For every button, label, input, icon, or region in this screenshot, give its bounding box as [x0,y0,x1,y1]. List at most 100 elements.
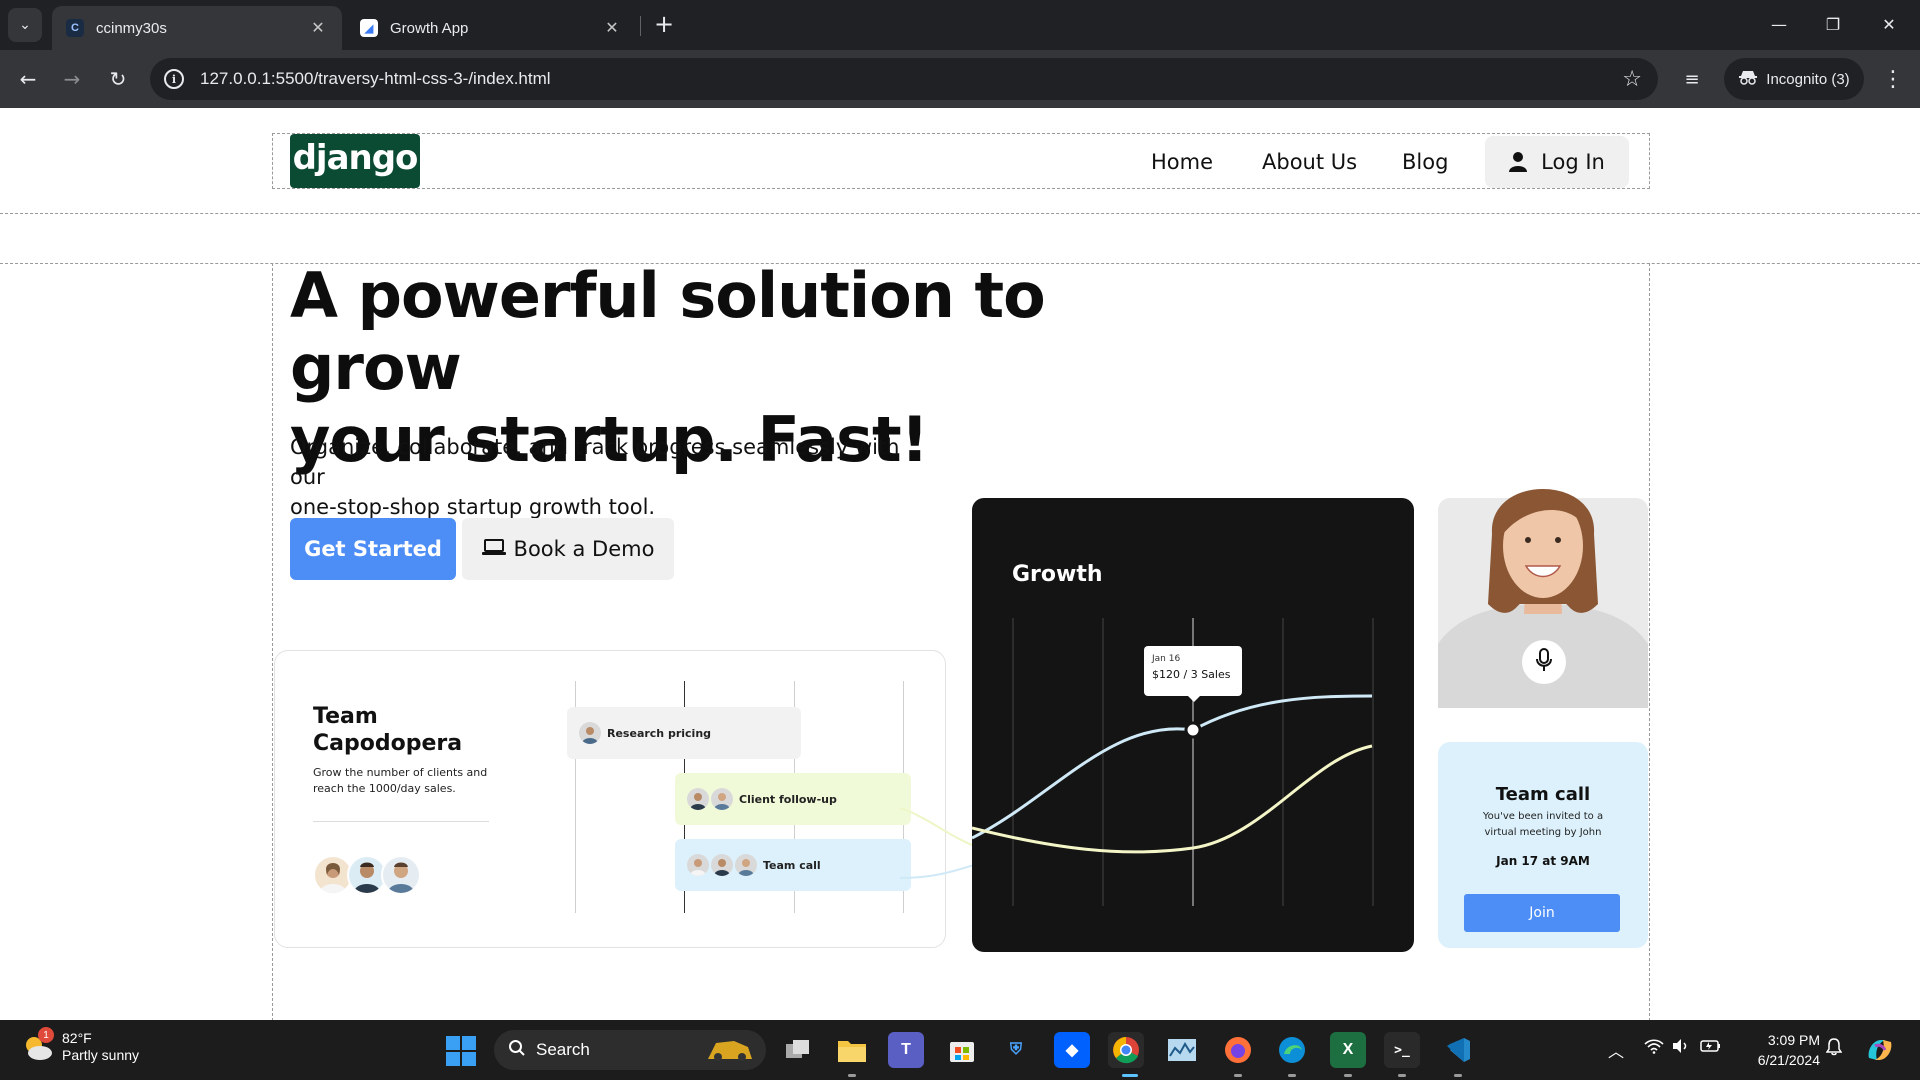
team-avatars [313,855,421,895]
avatar [579,722,601,744]
login-label: Log In [1541,150,1605,174]
windows-taskbar: 1 82°F Partly sunny Search T ⛨ ◆ X >_ ︿ [0,1020,1920,1080]
minimize-icon[interactable]: — [1756,6,1802,42]
incognito-button[interactable]: Incognito (3) [1724,58,1864,100]
media-controls-icon[interactable]: ≡ [1676,63,1708,95]
bookmark-star-icon[interactable]: ☆ [1622,67,1642,92]
terminal-icon[interactable]: >_ [1384,1032,1420,1068]
task-pill-research[interactable]: Research pricing [567,707,801,759]
running-indicator [1344,1074,1352,1077]
incognito-icon [1738,69,1758,89]
browser-tab-bar: ⌄ C ccinmy30s ✕ ◢ Growth App ✕ + — ❐ ✕ [0,0,1920,50]
taskbar-search[interactable]: Search [494,1030,766,1070]
weather-temp: 82°F [62,1030,92,1046]
get-started-button[interactable]: Get Started [290,518,456,580]
nav-home[interactable]: Home [1151,150,1213,174]
team-description: Grow the number of clients and reach the… [313,765,503,797]
call-desc-line1: You've been invited to a [1482,811,1604,822]
clock-date: 6/21/2024 [1757,1052,1820,1068]
back-arrow-icon[interactable]: ← [12,63,44,95]
login-button[interactable]: Log In [1485,136,1629,188]
forward-arrow-icon[interactable]: → [56,63,88,95]
tab-title: Growth App [390,19,469,37]
chrome-icon[interactable] [1108,1032,1144,1068]
tab-ccinmy30s[interactable]: C ccinmy30s ✕ [52,6,342,50]
tab-search-chevron-icon[interactable]: ⌄ [8,8,42,42]
close-tab-icon[interactable]: ✕ [602,18,622,38]
tab-divider [640,16,641,36]
call-desc-line2: virtual meeting by John [1484,827,1602,838]
tab-title: ccinmy30s [96,19,167,37]
chart-tooltip: Jan 16 $120 / 3 Sales [1144,646,1242,702]
url-text[interactable]: 127.0.0.1:5500/traversy-html-css-3-/inde… [200,69,1622,89]
task-label: Research pricing [607,726,712,740]
copilot-icon[interactable] [1862,1032,1898,1068]
system-clock[interactable]: 3:09 PM 6/21/2024 [1740,1030,1820,1070]
search-label: Search [536,1040,590,1059]
clock-time: 3:09 PM [1767,1032,1820,1048]
excel-icon[interactable]: X [1330,1032,1366,1068]
tab-growth-app[interactable]: ◢ Growth App ✕ [346,6,636,50]
team-name-line1: Team [313,704,378,729]
start-button[interactable] [446,1036,476,1066]
restore-icon[interactable]: ❐ [1810,6,1856,42]
person-icon [1509,152,1528,172]
new-tab-plus-icon[interactable]: + [650,10,678,38]
laptop-icon [481,537,506,561]
address-bar[interactable]: i 127.0.0.1:5500/traversy-html-css-3-/in… [150,58,1658,100]
task-view-icon[interactable] [780,1032,816,1068]
task-pill-team-call[interactable]: Team call [675,839,911,891]
window-close-icon[interactable]: ✕ [1866,6,1912,42]
microphone-button[interactable] [1522,640,1566,684]
team-desc-line2: reach the 1000/day sales. [313,782,456,795]
team-name: Team Capodopera [313,703,513,757]
dropbox-icon[interactable]: ◆ [1054,1032,1090,1068]
team-call-card: Team call You've been invited to a virtu… [1438,742,1648,948]
hero-subtitle: Organize, collaborate, and track progres… [290,432,930,522]
tooltip-date: Jan 16 [1152,654,1181,664]
file-explorer-icon[interactable] [834,1032,870,1068]
task-pill-client-followup[interactable]: Client follow-up [675,773,911,825]
call-description: You've been invited to a virtual meeting… [1458,809,1628,841]
weather-badge: 1 [38,1027,54,1043]
hero-subtitle-line1: Organize, collaborate, and track progres… [290,435,900,489]
join-button[interactable]: Join [1464,894,1620,932]
team-divider [313,821,489,822]
vscode-icon[interactable] [1440,1032,1476,1068]
site-info-icon[interactable]: i [164,69,184,89]
battery-icon[interactable] [1700,1038,1722,1058]
avatar [381,855,421,895]
weather-widget[interactable]: 1 82°F Partly sunny [22,1027,140,1064]
edge-icon[interactable] [1274,1032,1310,1068]
active-indicator [1122,1074,1138,1077]
avatar [711,854,733,876]
store-icon[interactable] [944,1032,980,1068]
reload-icon[interactable]: ↻ [102,63,134,95]
browser-toolbar: ← → ↻ i 127.0.0.1:5500/traversy-html-css… [0,50,1920,108]
volume-icon[interactable] [1672,1038,1690,1058]
teams-icon[interactable]: T [888,1032,924,1068]
team-name-line2: Capodopera [313,731,463,756]
weather-desc: Partly sunny [62,1047,140,1063]
team-card: Team Capodopera Grow the number of clien… [274,650,946,948]
search-highlight-icon [704,1033,756,1068]
book-demo-button[interactable]: Book a Demo [462,518,674,580]
growth-card: Growth Jan 16 $120 / 3 Sales [972,498,1414,952]
running-indicator [1288,1074,1296,1077]
close-tab-icon[interactable]: ✕ [308,18,328,38]
notification-bell-icon[interactable] [1825,1038,1843,1060]
microphone-icon [1535,648,1553,676]
chart-line-blue [972,694,1373,840]
nav-blog[interactable]: Blog [1402,150,1448,174]
avatar [711,788,733,810]
wifi-icon[interactable] [1644,1038,1664,1058]
tray-chevron-up-icon[interactable]: ︿ [1608,1038,1624,1062]
browser-menu-icon[interactable]: ⋮ [1878,62,1908,96]
hero-title-line1: A powerful solution to grow [290,259,1046,404]
firefox-icon[interactable] [1220,1032,1256,1068]
django-logo[interactable]: django [290,134,420,188]
task-label: Team call [763,858,821,872]
resource-monitor-icon[interactable] [1164,1032,1200,1068]
nav-about-us[interactable]: About Us [1262,150,1357,174]
defender-icon[interactable]: ⛨ [998,1032,1034,1068]
